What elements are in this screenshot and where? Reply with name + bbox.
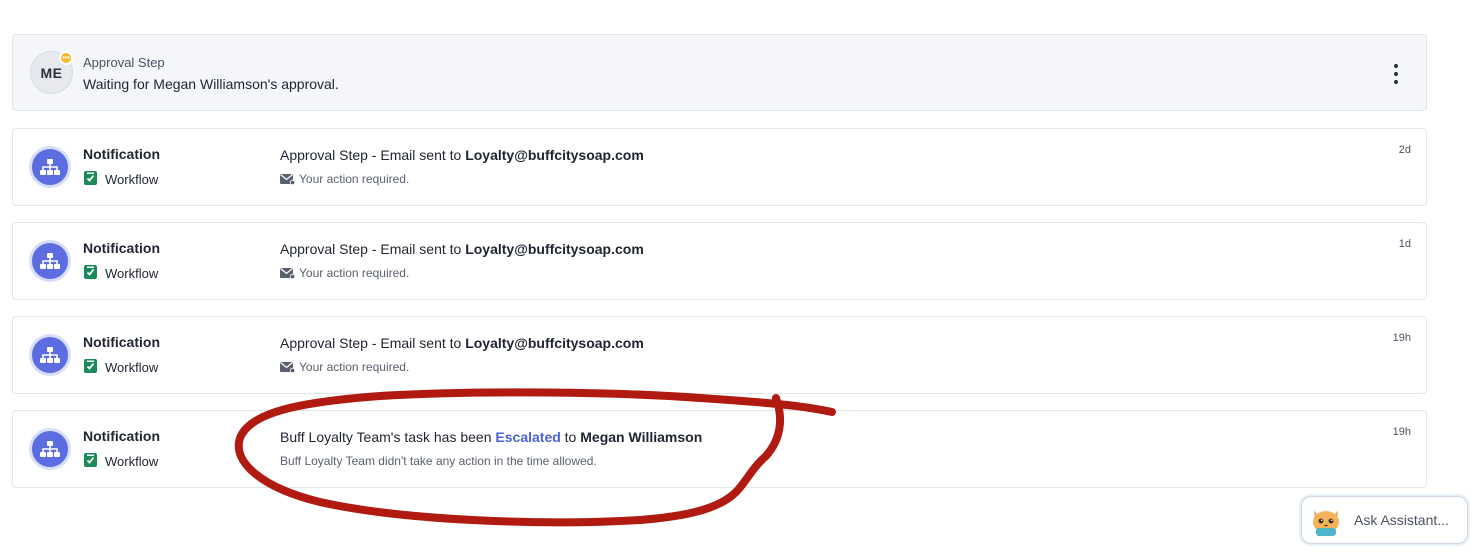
workflow-icon [84,265,97,279]
notification-message: Approval Step - Email sent to Loyalty@bu… [280,335,644,351]
email-address: Loyalty@buffcitysoap.com [465,147,644,163]
workflow-label: Workflow [105,360,159,375]
notification-item[interactable]: Notification Workflow Buff Loyalty Team'… [12,410,1427,488]
notification-item[interactable]: Notification Workflow Approval Step - Em… [12,128,1427,206]
assignee-name: Megan Williamson [580,429,703,445]
notification-message: Approval Step - Email sent to Loyalty@bu… [280,147,644,163]
timestamp: 19h [1392,332,1411,344]
sitemap-icon [29,146,71,188]
notification-subtext: Your action required. [280,360,409,374]
ask-assistant-label: Ask Assistant... [1354,512,1449,528]
workflow-icon [84,453,97,467]
mail-action-icon [280,174,295,185]
kebab-icon[interactable] [1390,64,1402,84]
pending-badge-icon: ••• [59,51,73,65]
ask-assistant-button[interactable]: Ask Assistant... [1301,496,1468,544]
notification-title: Notification [83,428,160,444]
notification-title: Notification [83,240,160,256]
mail-action-icon [280,362,295,373]
sitemap-icon [29,334,71,376]
workflow-icon [84,171,97,185]
notification-title: Notification [83,146,160,162]
timestamp: 2d [1398,144,1411,156]
workflow-label: Workflow [105,172,159,187]
notification-message: Buff Loyalty Team's task has been Escala… [280,429,703,445]
notification-message: Approval Step - Email sent to Loyalty@bu… [280,241,644,257]
approval-step-card: ME ••• Approval Step Waiting for Megan W… [12,34,1427,111]
approval-waiting-text: Waiting for Megan Williamson's approval. [83,76,339,92]
notification-title: Notification [83,334,160,350]
notification-subtext: Your action required. [280,266,409,280]
notification-item[interactable]: Notification Workflow Approval Step - Em… [12,222,1427,300]
notification-subtext: Buff Loyalty Team didn't take any action… [280,454,597,468]
workflow-icon [84,359,97,373]
workflow-label: Workflow [105,454,159,469]
approval-step-label: Approval Step [83,55,165,70]
timestamp: 1d [1398,238,1411,250]
escalated-link[interactable]: Escalated [495,429,560,445]
sitemap-icon [29,240,71,282]
notification-item[interactable]: Notification Workflow Approval Step - Em… [12,316,1427,394]
workflow-label: Workflow [105,266,159,281]
timestamp: 19h [1392,426,1411,438]
email-address: Loyalty@buffcitysoap.com [465,241,644,257]
cat-mascot-icon [1308,502,1344,538]
email-address: Loyalty@buffcitysoap.com [465,335,644,351]
mail-action-icon [280,268,295,279]
notification-subtext: Your action required. [280,172,409,186]
sitemap-icon [29,428,71,470]
